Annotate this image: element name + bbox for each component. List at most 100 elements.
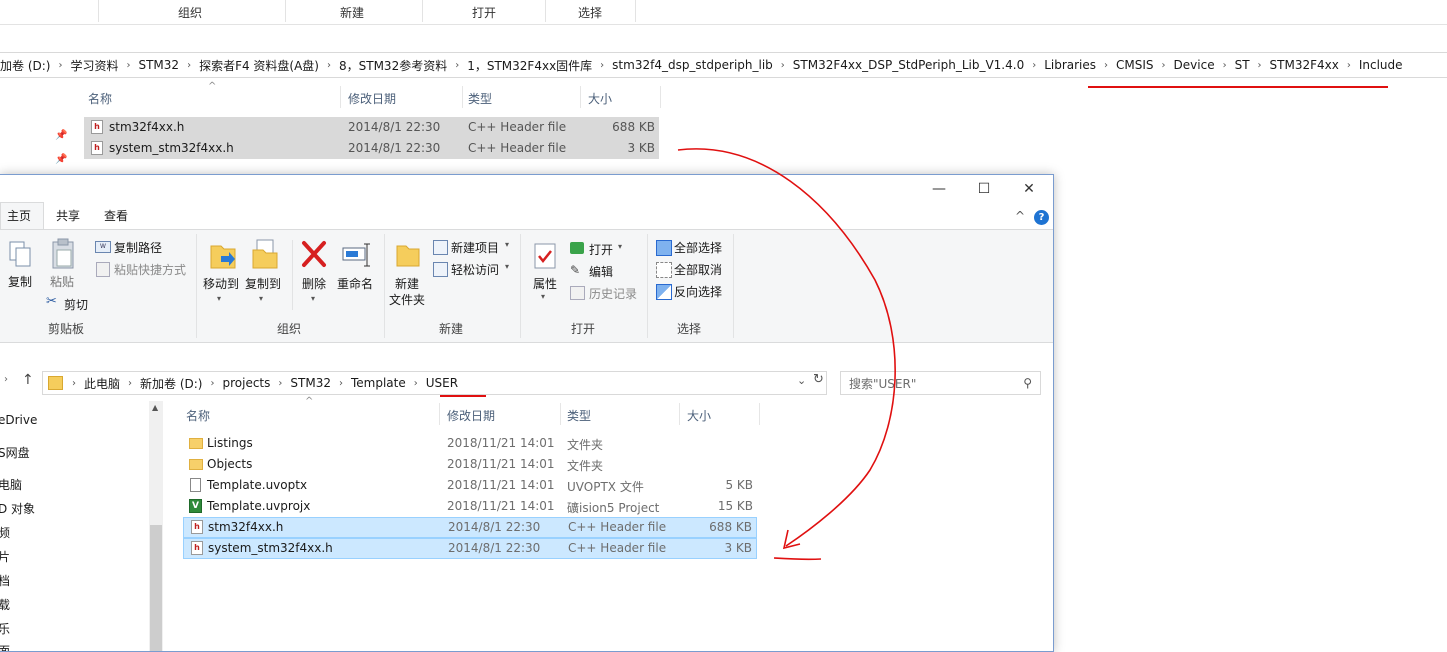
chevron-down-icon[interactable]: ▾ xyxy=(505,240,509,249)
chevron-right-icon[interactable]: › xyxy=(123,60,133,71)
nav-item-videos[interactable]: 频 xyxy=(0,524,10,541)
move-to-button[interactable]: 移动到 xyxy=(203,276,239,292)
col-type[interactable]: 类型 xyxy=(567,407,591,424)
nav-item-downloads[interactable]: 载 xyxy=(0,596,10,613)
chevron-right-icon[interactable]: › xyxy=(1220,60,1230,71)
chevron-down-icon[interactable]: ▾ xyxy=(311,294,315,303)
search-box[interactable]: 搜索"USER" ⚲ xyxy=(840,371,1041,395)
crumb-cmsis[interactable]: CMSIS xyxy=(1111,58,1159,72)
crumb-study[interactable]: 学习资料 xyxy=(65,57,123,74)
crumb-reference[interactable]: 8，STM32参考资料 xyxy=(334,57,452,74)
new-folder-label-1[interactable]: 新建 xyxy=(395,276,419,292)
crumb-st[interactable]: ST xyxy=(1230,58,1255,72)
crumb-device[interactable]: Device xyxy=(1169,58,1220,72)
table-row[interactable]: Listings 2018/11/21 14:01 文件夹 xyxy=(183,433,757,454)
chevron-right-icon[interactable]: › xyxy=(597,60,607,71)
nav-item-this-pc[interactable]: 电脑 xyxy=(0,476,22,493)
close-button[interactable]: ✕ xyxy=(1017,179,1041,199)
table-row[interactable]: Objects 2018/11/21 14:01 文件夹 xyxy=(183,454,757,475)
col-name[interactable]: 名称 xyxy=(186,407,210,424)
chevron-right-icon[interactable]: › xyxy=(411,378,421,389)
crumb-stm32f4xx[interactable]: STM32F4xx xyxy=(1265,58,1344,72)
select-none-button[interactable]: 全部取消 xyxy=(674,261,722,278)
crumb-libraries[interactable]: Libraries xyxy=(1039,58,1101,72)
refresh-icon[interactable]: ↻ xyxy=(813,372,824,387)
copy-path-button[interactable]: 复制路径 xyxy=(114,239,162,256)
nav-item-desktop[interactable]: 面 xyxy=(0,642,10,651)
crumb-disk-a[interactable]: 探索者F4 资料盘(A盘) xyxy=(194,57,324,74)
easy-access-button[interactable]: 轻松访问 xyxy=(451,261,499,278)
chevron-right-icon[interactable]: › xyxy=(275,378,285,389)
nav-item-onedrive[interactable]: eDrive xyxy=(0,413,37,427)
select-all-button[interactable]: 全部选择 xyxy=(674,239,722,256)
scrollbar-thumb[interactable] xyxy=(150,525,162,651)
nav-item-documents[interactable]: 档 xyxy=(0,572,10,589)
search-input[interactable]: 搜索"USER" xyxy=(841,375,1023,392)
invert-selection-button[interactable]: 反向选择 xyxy=(674,283,722,300)
col-size[interactable]: 大小 xyxy=(588,90,612,107)
new-item-button[interactable]: 新建项目 xyxy=(451,239,499,256)
chevron-right-icon[interactable]: › xyxy=(207,378,217,389)
paste-shortcut-button[interactable]: 粘贴快捷方式 xyxy=(114,261,186,278)
table-row[interactable]: V Template.uvprojx 2018/11/21 14:01 礦isi… xyxy=(183,496,757,517)
nav-item-cloud-disk[interactable]: S网盘 xyxy=(0,444,30,461)
crumb-projects[interactable]: projects xyxy=(217,376,275,390)
table-row[interactable]: Template.uvoptx 2018/11/21 14:01 UVOPTX … xyxy=(183,475,757,496)
table-row[interactable]: h system_stm32f4xx.h 2014/8/1 22:30 C++ … xyxy=(84,138,659,159)
chevron-right-icon[interactable]: › xyxy=(1159,60,1169,71)
crumb-drive[interactable]: 加卷 (D:) xyxy=(0,57,55,74)
nav-item-3d-objects[interactable]: D 对象 xyxy=(0,500,35,517)
pin-icon[interactable]: 📌 xyxy=(55,130,67,141)
crumb-firmware[interactable]: 1，STM32F4xx固件库 xyxy=(462,57,597,74)
col-size[interactable]: 大小 xyxy=(687,407,711,424)
chevron-down-icon[interactable]: ▾ xyxy=(618,242,622,251)
crumb-drive-d[interactable]: 新加卷 (D:) xyxy=(135,375,207,392)
rename-button[interactable]: 重命名 xyxy=(337,276,373,292)
search-icon[interactable]: ⚲ xyxy=(1023,376,1040,390)
properties-button[interactable]: 属性 xyxy=(533,276,557,292)
nav-item-pictures[interactable]: 片 xyxy=(0,548,10,565)
tab-home[interactable]: 主页 xyxy=(0,202,45,229)
maximize-button[interactable]: ☐ xyxy=(972,179,996,199)
chevron-right-icon[interactable]: › xyxy=(125,378,135,389)
chevron-down-icon[interactable]: ▾ xyxy=(259,294,263,303)
background-address-bar[interactable]: 加卷 (D:) › 学习资料 › STM32 › 探索者F4 资料盘(A盘) ›… xyxy=(0,52,1447,78)
collapse-ribbon-icon[interactable]: ^ xyxy=(1015,209,1025,223)
chevron-right-icon[interactable]: › xyxy=(69,378,79,389)
crumb-this-pc[interactable]: 此电脑 xyxy=(79,375,125,392)
pin-icon[interactable]: 📌 xyxy=(55,154,67,165)
chevron-down-icon[interactable]: ▾ xyxy=(505,262,509,271)
delete-button[interactable]: 删除 xyxy=(302,276,326,292)
history-button[interactable]: 历史记录 xyxy=(589,285,637,302)
chevron-right-icon[interactable]: › xyxy=(184,60,194,71)
paste-button[interactable]: 粘贴 xyxy=(50,274,74,290)
table-row[interactable]: h stm32f4xx.h 2014/8/1 22:30 C++ Header … xyxy=(84,117,659,138)
nav-item-music[interactable]: 乐 xyxy=(0,620,10,637)
new-folder-label-2[interactable]: 文件夹 xyxy=(389,292,425,308)
address-dropdown-icon[interactable]: ⌄ xyxy=(797,374,806,387)
chevron-right-icon[interactable]: › xyxy=(1255,60,1265,71)
help-icon[interactable]: ? xyxy=(1034,210,1049,225)
table-row[interactable]: h system_stm32f4xx.h 2014/8/1 22:30 C++ … xyxy=(183,538,757,559)
crumb-dsp-lib[interactable]: stm32f4_dsp_stdperiph_lib xyxy=(607,58,778,72)
minimize-button[interactable]: — xyxy=(927,179,951,199)
crumb-dsp-lib-version[interactable]: STM32F4xx_DSP_StdPeriph_Lib_V1.4.0 xyxy=(788,58,1029,72)
tab-view[interactable]: 查看 xyxy=(92,203,140,229)
chevron-right-icon[interactable]: › xyxy=(1344,60,1354,71)
table-row[interactable]: h stm32f4xx.h 2014/8/1 22:30 C++ Header … xyxy=(183,517,757,538)
address-bar[interactable]: › 此电脑 › 新加卷 (D:) › projects › STM32 › Te… xyxy=(42,371,827,395)
copy-button[interactable]: 复制 xyxy=(8,274,32,290)
crumb-stm32[interactable]: STM32 xyxy=(133,58,184,72)
crumb-include[interactable]: Include xyxy=(1354,58,1408,72)
tab-share[interactable]: 共享 xyxy=(44,203,92,229)
crumb-user[interactable]: USER xyxy=(421,376,463,390)
title-bar[interactable]: — ☐ ✕ xyxy=(0,175,1053,203)
chevron-right-icon[interactable]: › xyxy=(336,378,346,389)
up-arrow-icon[interactable]: ↑ xyxy=(22,372,34,388)
scroll-up-icon[interactable]: ▲ xyxy=(152,403,158,412)
chevron-right-icon[interactable]: › xyxy=(324,60,334,71)
crumb-stm32[interactable]: STM32 xyxy=(285,376,336,390)
chevron-right-icon[interactable]: › xyxy=(778,60,788,71)
col-name[interactable]: 名称 xyxy=(88,90,112,107)
copy-to-button[interactable]: 复制到 xyxy=(245,276,281,292)
